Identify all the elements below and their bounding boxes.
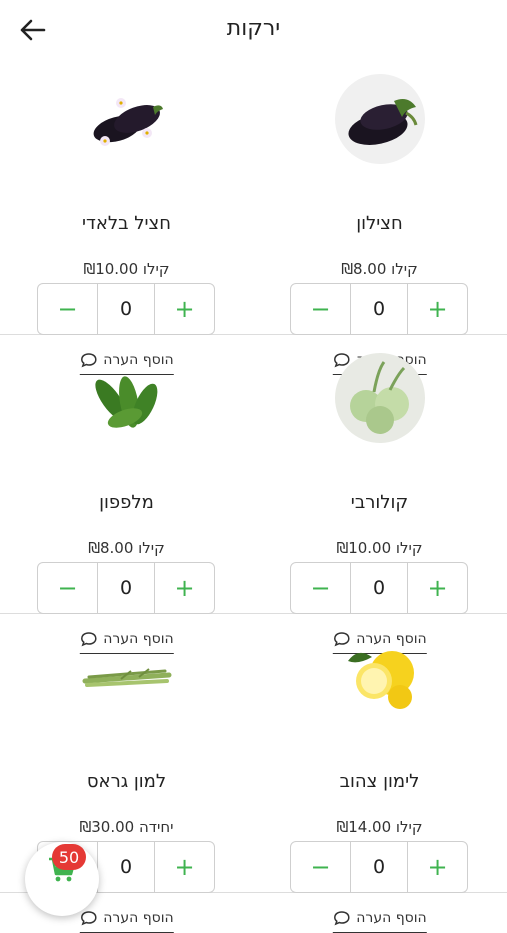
quantity-value: 0: [97, 284, 155, 334]
product-image[interactable]: [81, 73, 173, 165]
increment-button[interactable]: +: [408, 284, 467, 334]
add-note-link[interactable]: הוסף הערה: [332, 910, 427, 933]
product-row: קולורבי קילו ₪10.00 − 0 + הוסף הערה מלפפ…: [0, 334, 507, 654]
increment-button[interactable]: +: [155, 842, 214, 892]
increment-button[interactable]: +: [155, 284, 214, 334]
decrement-button[interactable]: −: [291, 284, 350, 334]
quantity-stepper: − 0 +: [290, 841, 468, 893]
quantity-stepper: − 0 +: [290, 562, 468, 614]
increment-button[interactable]: +: [155, 563, 214, 613]
quantity-value: 0: [350, 284, 408, 334]
product-card: לימון צהוב קילו ₪14.00 − 0 + הוסף הערה: [253, 613, 506, 933]
product-image[interactable]: [81, 352, 173, 444]
product-row: חצילון קילו ₪8.00 − 0 + הוסף הערה חציל ב…: [0, 55, 507, 375]
add-note-label: הוסף הערה: [103, 910, 174, 926]
product-image[interactable]: [334, 73, 426, 165]
product-image[interactable]: [334, 631, 426, 723]
increment-button[interactable]: +: [408, 563, 467, 613]
product-price: קילו ₪10.00: [83, 260, 170, 278]
add-note-link[interactable]: הוסף הערה: [79, 910, 174, 933]
product-name: מלפפון: [99, 492, 154, 513]
product-card: חציל בלאדי קילו ₪10.00 − 0 + הוסף הערה: [0, 55, 253, 375]
product-name: חצילון: [356, 213, 403, 234]
page-title: ירקות: [226, 16, 281, 41]
decrement-button[interactable]: −: [38, 563, 97, 613]
product-card: מלפפון קילו ₪8.00 − 0 + הוסף הערה: [0, 334, 253, 654]
decrement-button[interactable]: −: [291, 563, 350, 613]
quantity-value: 0: [97, 563, 155, 613]
quantity-value: 0: [350, 842, 408, 892]
product-price: קילו ₪8.00: [88, 539, 165, 557]
product-name: קולורבי: [350, 492, 409, 513]
quantity-stepper: − 0 +: [37, 283, 215, 335]
product-price: קילו ₪14.00: [336, 818, 423, 836]
increment-button[interactable]: +: [408, 842, 467, 892]
app-header: ירקות: [0, 0, 507, 62]
speech-bubble-icon: [333, 911, 350, 926]
product-name: למון גראס: [86, 771, 167, 792]
product-price: יחידה ₪30.00: [79, 818, 174, 836]
decrement-button[interactable]: −: [291, 842, 350, 892]
cart-count-badge: 50: [52, 844, 86, 870]
quantity-stepper: − 0 +: [290, 283, 468, 335]
product-price: קילו ₪10.00: [336, 539, 423, 557]
product-image[interactable]: [81, 631, 173, 723]
product-name: לימון צהוב: [339, 771, 420, 792]
product-card: חצילון קילו ₪8.00 − 0 + הוסף הערה: [253, 55, 506, 375]
product-name: חציל בלאדי: [82, 213, 171, 234]
add-note-label: הוסף הערה: [356, 910, 427, 926]
product-card: קולורבי קילו ₪10.00 − 0 + הוסף הערה: [253, 334, 506, 654]
product-price: קילו ₪8.00: [341, 260, 418, 278]
quantity-value: 0: [350, 563, 408, 613]
product-image[interactable]: [334, 352, 426, 444]
quantity-stepper: − 0 +: [37, 562, 215, 614]
decrement-button[interactable]: −: [38, 284, 97, 334]
speech-bubble-icon: [80, 911, 97, 926]
quantity-value: 0: [97, 842, 155, 892]
